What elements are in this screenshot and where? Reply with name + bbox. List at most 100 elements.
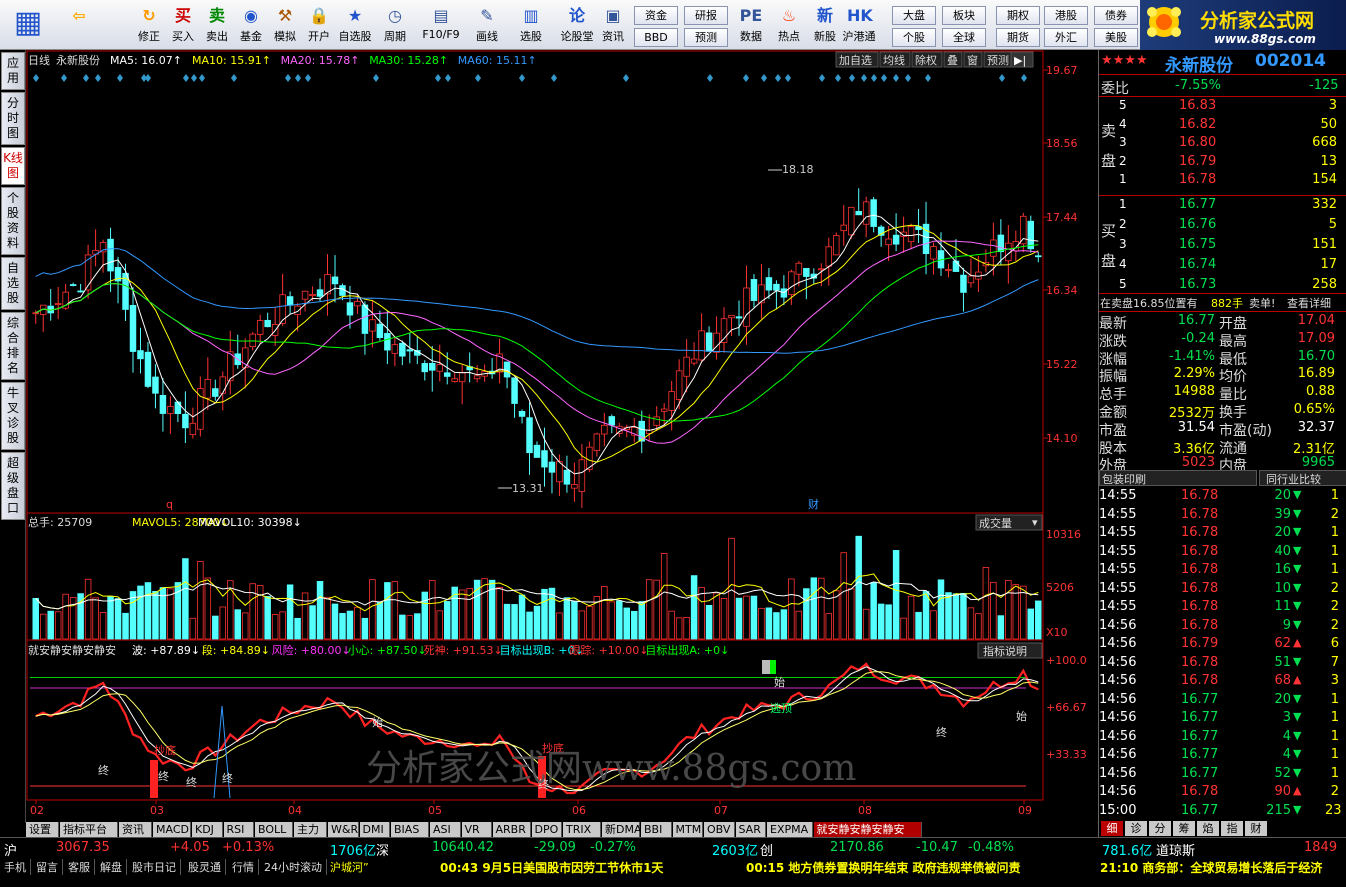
status-link-1[interactable]: 留言 bbox=[36, 859, 63, 875]
peer-compare-tab[interactable]: 同行业比较 bbox=[1259, 470, 1346, 486]
tick-count: 1 bbox=[1330, 728, 1339, 744]
f10-button[interactable]: ▤ F10/F9 bbox=[418, 4, 464, 48]
stat-value: 3.36亿 bbox=[1173, 441, 1215, 457]
quick-button-4[interactable]: 大盘 bbox=[892, 6, 936, 25]
indicator-tab-2[interactable]: 资讯 bbox=[119, 822, 152, 837]
status-link-0[interactable]: 手机 bbox=[4, 859, 31, 875]
quote-tab-3[interactable]: 筹 bbox=[1173, 821, 1195, 836]
news-item-3[interactable]: 21:10 商务部：全球贸易增长落后于经济 bbox=[1100, 859, 1344, 876]
quote-tab-5[interactable]: 指 bbox=[1221, 821, 1243, 836]
indicator-tab-20[interactable]: SAR bbox=[735, 822, 766, 837]
star-button[interactable]: ★ 自选股 bbox=[338, 4, 372, 48]
sidebar-tab-1[interactable]: 分时图 bbox=[1, 92, 25, 145]
quick-button-12[interactable]: 外汇 bbox=[1044, 28, 1088, 47]
pe-button[interactable]: PE 数据 bbox=[734, 4, 768, 48]
quick-button-13[interactable]: 美股 bbox=[1094, 28, 1138, 47]
quick-button-3[interactable]: 预测 bbox=[684, 28, 728, 47]
sell-button[interactable]: 卖卖出 bbox=[200, 4, 234, 48]
indicator-tab-13[interactable]: ARBR bbox=[492, 822, 531, 837]
quote-tab-2[interactable]: 分 bbox=[1149, 821, 1171, 836]
tick-count: 2 bbox=[1330, 506, 1339, 522]
candle-body bbox=[436, 364, 443, 372]
indicator-tab-10[interactable]: BIAS bbox=[391, 822, 429, 837]
status-link-3[interactable]: 解盘 bbox=[100, 859, 127, 875]
sz-change: -29.09 bbox=[534, 840, 576, 855]
news-item-1[interactable]: 00:43 9月5日美国股市因劳工节休市1天 bbox=[440, 859, 663, 876]
indicator-tab-4[interactable]: KDJ bbox=[192, 822, 223, 837]
indicator-tab-9[interactable]: DMI bbox=[359, 822, 390, 837]
indicator-tab-17[interactable]: BBI bbox=[641, 822, 672, 837]
quick-button-2[interactable]: BBD bbox=[634, 28, 678, 47]
indicator-tab-8[interactable]: W&R bbox=[328, 822, 359, 837]
quick-button-11[interactable]: 期货 bbox=[996, 28, 1040, 47]
sidebar-tab-6[interactable]: 牛叉诊股 bbox=[1, 382, 25, 450]
news-row: 手机 留言 客服 解盘 股市日记 股灵通 行情 24小时滚动 沪城河” 00:43 9月5日美国股… bbox=[0, 858, 1346, 875]
windows-button[interactable]: ▦ bbox=[2, 4, 54, 48]
refresh-button[interactable]: ↻ 修正 bbox=[132, 4, 166, 48]
indicator-tab-14[interactable]: DPO bbox=[531, 822, 562, 837]
news-item-2[interactable]: 00:15 地方债券置换明年结束 政府违规举债被问责 bbox=[746, 859, 1021, 876]
quote-tab-1[interactable]: 诊 bbox=[1125, 821, 1147, 836]
lock-button[interactable]: 🔒 开户 bbox=[302, 4, 336, 48]
indicator-tick-1: +66.67 bbox=[1046, 701, 1087, 714]
buy-button[interactable]: 买买入 bbox=[166, 4, 200, 48]
indicator-tab-3[interactable]: MACD bbox=[153, 822, 191, 837]
indicator-tab-5[interactable]: RSI bbox=[223, 822, 254, 837]
quick-button-8[interactable]: 期权 bbox=[996, 6, 1040, 25]
kline-chart-area[interactable]: 日线 永新股份 MA5: 16.07↑ MA10: 15.91↑ MA20: 15.78… bbox=[26, 50, 1098, 822]
end-signal-label: 终 bbox=[936, 725, 947, 739]
quick-button-6[interactable]: 个股 bbox=[892, 28, 936, 47]
tick-count: 2 bbox=[1330, 599, 1339, 614]
indicator-tab-19[interactable]: OBV bbox=[704, 822, 735, 837]
indicator-tab-0[interactable]: 设置 bbox=[26, 822, 59, 837]
indicator-tab-1[interactable]: 指标平台 bbox=[60, 822, 118, 837]
back-button[interactable]: ⇦ bbox=[62, 4, 96, 48]
indicator-tab-12[interactable]: VR bbox=[461, 822, 492, 837]
quick-button-10[interactable]: 债券 bbox=[1094, 6, 1138, 25]
sidebar-tab-4[interactable]: 自选股 bbox=[1, 257, 25, 310]
indicator-tab-7[interactable]: 主力 bbox=[294, 822, 327, 837]
fire-button[interactable]: ♨ 热点 bbox=[772, 4, 806, 48]
quick-button-7[interactable]: 全球 bbox=[942, 28, 986, 47]
newstock-button[interactable]: 新新股 bbox=[808, 4, 842, 48]
status-link-5[interactable]: 股灵通 bbox=[188, 859, 226, 875]
hk-button[interactable]: HK 沪港通 bbox=[842, 4, 876, 48]
sell-level: 1 bbox=[1119, 172, 1127, 186]
quick-button-1[interactable]: 研报 bbox=[684, 6, 728, 25]
sidebar-tab-3[interactable]: 个股资料 bbox=[1, 187, 25, 255]
indicator-tab-21[interactable]: EXPMA bbox=[767, 822, 813, 837]
status-link-4[interactable]: 股市日记 bbox=[132, 859, 181, 875]
indicator-tab-15[interactable]: TRIX bbox=[563, 822, 601, 837]
quote-tab-4[interactable]: 焰 bbox=[1197, 821, 1219, 836]
quick-button-9[interactable]: 港股 bbox=[1044, 6, 1088, 25]
quick-button-5[interactable]: 板块 bbox=[942, 6, 986, 25]
view-detail-link[interactable]: 查看详细 bbox=[1287, 295, 1331, 311]
status-link-6[interactable]: 行情 bbox=[232, 859, 259, 875]
sidebar-tab-2[interactable]: K线图 bbox=[1, 147, 25, 185]
industry-tab[interactable]: 包装印刷 bbox=[1099, 470, 1257, 486]
tick-count: 1 bbox=[1330, 747, 1339, 762]
sidebar-tab-5[interactable]: 综合排名 bbox=[1, 312, 25, 380]
fund-button[interactable]: ◉ 基金 bbox=[234, 4, 268, 48]
status-link-2[interactable]: 客服 bbox=[68, 859, 95, 875]
indicator-tab-18[interactable]: MTM bbox=[672, 822, 703, 837]
tick-volume: 4 bbox=[1282, 728, 1291, 744]
indicator-tab-6[interactable]: BOLL bbox=[255, 822, 293, 837]
sidebar-tab-label: 自选股 bbox=[6, 261, 19, 305]
clock-button[interactable]: ◷ 周期 bbox=[378, 4, 412, 48]
filter-button[interactable]: ▥ 选股 bbox=[514, 4, 548, 48]
news-button[interactable]: ▣ 资讯 bbox=[596, 4, 630, 48]
sidebar-tab-7[interactable]: 超级盘口 bbox=[1, 452, 25, 520]
quick-button-0[interactable]: 资金 bbox=[634, 6, 678, 25]
chat-button[interactable]: 论论股堂 bbox=[560, 4, 594, 48]
quote-tab-6[interactable]: 财 bbox=[1245, 821, 1267, 836]
indicator-tab-22[interactable]: 就安静安静安静安 bbox=[813, 822, 922, 837]
sidebar-tab-0[interactable]: 应用 bbox=[1, 52, 25, 90]
kline-chart-svg[interactable]: 日线 永新股份 MA5: 16.07↑ MA10: 15.91↑ MA20: 15.78… bbox=[26, 50, 1098, 822]
hammer-button[interactable]: ⚒ 模拟 bbox=[268, 4, 302, 48]
pen-button[interactable]: ✎ 画线 bbox=[470, 4, 504, 48]
indicator-tab-16[interactable]: 新DMA bbox=[602, 822, 642, 837]
indicator-tab-11[interactable]: ASI bbox=[430, 822, 461, 837]
quote-tab-0[interactable]: 细 bbox=[1101, 821, 1123, 836]
status-link-7[interactable]: 24小时滚动 bbox=[264, 859, 327, 875]
